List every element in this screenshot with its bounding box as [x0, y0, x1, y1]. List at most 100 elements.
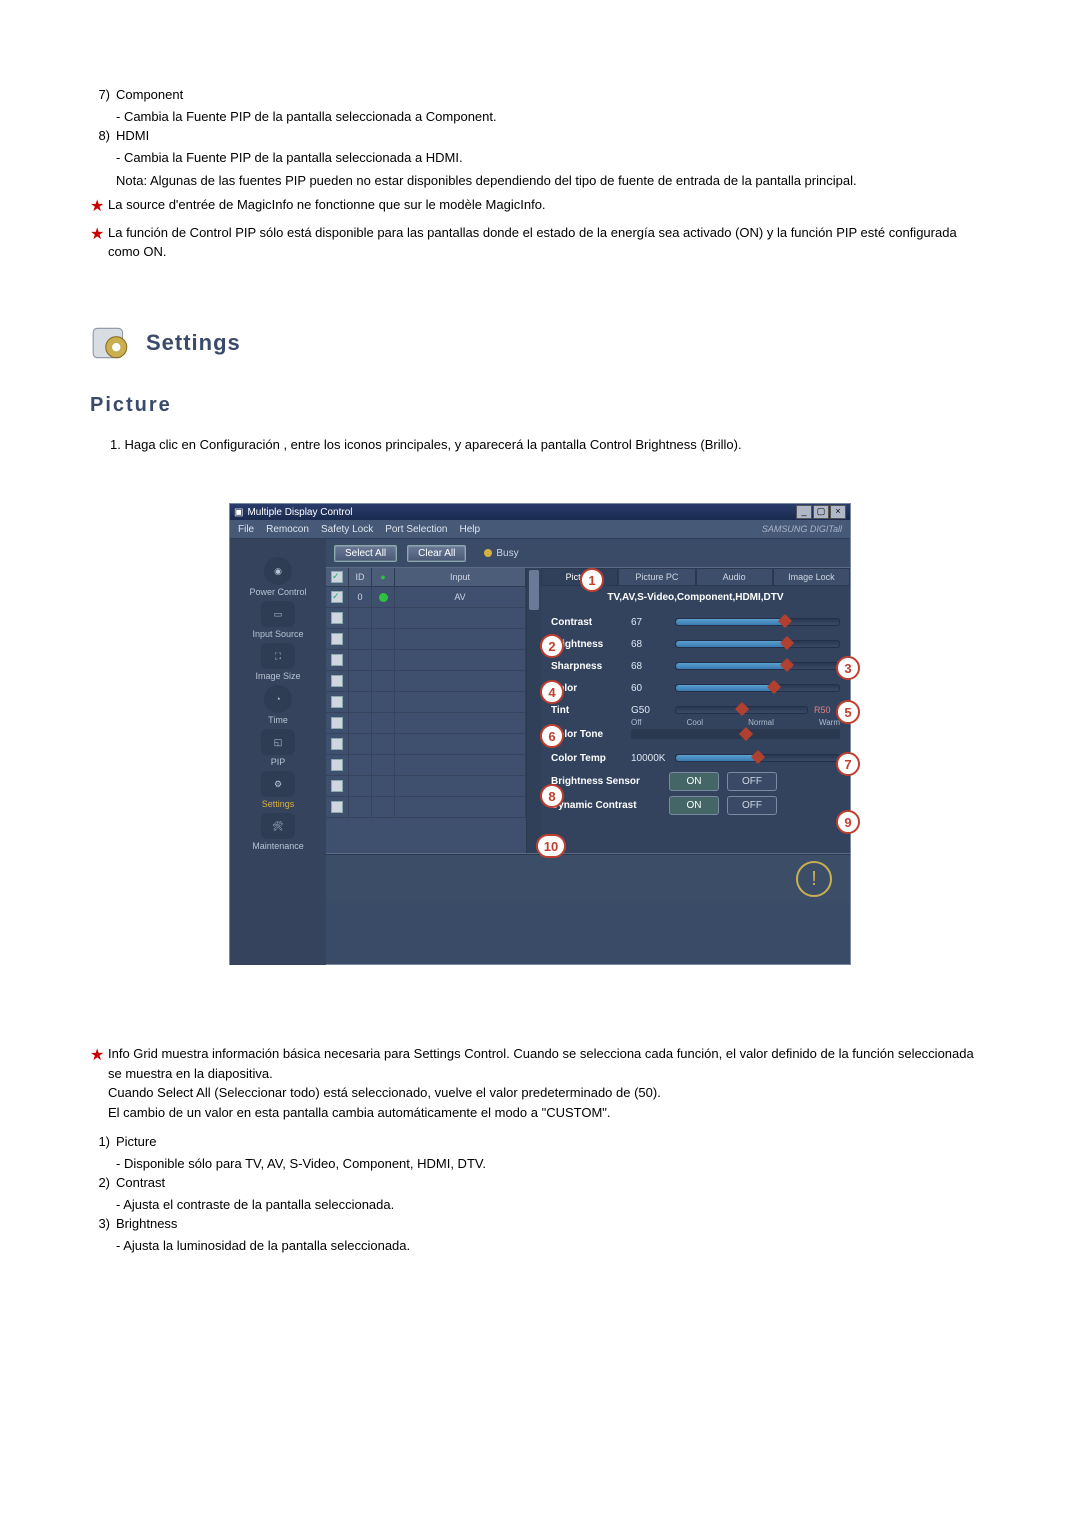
minimize-button[interactable]: _ — [796, 505, 812, 519]
menu-port-selection[interactable]: Port Selection — [385, 524, 447, 535]
list-desc: - Ajusta el contraste de la pantalla sel… — [116, 1195, 990, 1215]
row-id — [349, 734, 372, 754]
select-all-button[interactable]: Select All — [334, 545, 397, 562]
color-slider[interactable] — [675, 684, 840, 692]
grid-scrollbar[interactable] — [526, 568, 541, 853]
brightness-sensor-row: Brightness Sensor ON OFF — [541, 769, 850, 793]
sharpness-slider[interactable] — [675, 662, 840, 670]
window-title: Multiple Display Control — [247, 507, 352, 518]
settings-icon — [90, 322, 132, 364]
list-desc: - Disponible sólo para TV, AV, S-Video, … — [116, 1154, 990, 1174]
clear-all-button[interactable]: Clear All — [407, 545, 466, 562]
busy-dot-icon — [484, 549, 492, 557]
row-id — [349, 692, 372, 712]
sidebar-item-power-control[interactable]: ◉ Power Control — [238, 557, 318, 597]
dynamic-contrast-on[interactable]: ON — [669, 796, 719, 815]
table-row[interactable] — [326, 797, 526, 818]
grid-head-status[interactable]: ● — [372, 568, 395, 586]
info-grid: ID ● Input 0AV — [326, 568, 526, 853]
row-input — [395, 692, 526, 712]
row-checkbox[interactable] — [331, 612, 343, 624]
statusbar: ! — [326, 854, 850, 903]
grid-head-id[interactable]: ID — [349, 568, 372, 586]
row-id — [349, 713, 372, 733]
bottom-item-3: 3) Brightness — [90, 1214, 990, 1234]
table-row[interactable] — [326, 755, 526, 776]
menu-safety-lock[interactable]: Safety Lock — [321, 524, 373, 535]
contrast-value: 67 — [631, 617, 669, 628]
row-checkbox[interactable] — [331, 591, 343, 603]
list-item-7: 7) Component — [90, 85, 990, 105]
row-id — [349, 608, 372, 628]
brightness-sensor-on[interactable]: ON — [669, 772, 719, 791]
brightness-row: Brightness68 — [541, 633, 850, 655]
list-number: 3) — [90, 1214, 110, 1234]
row-status — [372, 608, 395, 628]
row-checkbox[interactable] — [331, 801, 343, 813]
list-desc: - Ajusta la luminosidad de la pantalla s… — [116, 1236, 990, 1256]
table-row[interactable] — [326, 776, 526, 797]
grid-head-input[interactable]: Input — [395, 568, 526, 586]
row-status — [372, 629, 395, 649]
row-id — [349, 776, 372, 796]
row-input — [395, 734, 526, 754]
busy-label: Busy — [496, 548, 518, 559]
callout-10: 10 — [536, 834, 566, 858]
color-value: 60 — [631, 683, 669, 694]
row-checkbox[interactable] — [331, 654, 343, 666]
table-row[interactable]: 0AV — [326, 587, 526, 608]
menu-file[interactable]: File — [238, 524, 254, 535]
power-icon: ◉ — [264, 557, 292, 585]
sidebar-item-pip[interactable]: ◱ PIP — [238, 729, 318, 767]
maximize-button[interactable]: ▢ — [813, 505, 829, 519]
callout-1: 1 — [580, 568, 604, 592]
contrast-slider[interactable] — [675, 618, 840, 626]
sidebar-item-settings[interactable]: ⚙ Settings — [238, 771, 318, 809]
sidebar-item-maintenance[interactable]: 🛠 Maintenance — [238, 813, 318, 851]
row-checkbox[interactable] — [331, 717, 343, 729]
callout-8: 8 — [540, 784, 564, 808]
grid-head-check[interactable] — [326, 568, 349, 586]
main-panel: Select All Clear All Busy ID ● Input — [326, 539, 850, 965]
row-status — [372, 776, 395, 796]
brightness-sensor-off[interactable]: OFF — [727, 772, 777, 791]
table-row[interactable] — [326, 650, 526, 671]
sidebar-item-image-size[interactable]: ⛶ Image Size — [238, 643, 318, 681]
table-row[interactable] — [326, 629, 526, 650]
menu-remocon[interactable]: Remocon — [266, 524, 309, 535]
table-row[interactable] — [326, 608, 526, 629]
sidebar-item-time[interactable]: ◔ Time — [238, 685, 318, 725]
table-row[interactable] — [326, 734, 526, 755]
row-checkbox[interactable] — [331, 633, 343, 645]
tab-image-lock[interactable]: Image Lock — [773, 568, 850, 586]
row-checkbox[interactable] — [331, 759, 343, 771]
color-tone-slider[interactable]: Off Cool Normal Warm — [631, 729, 840, 739]
table-row[interactable] — [326, 692, 526, 713]
close-button[interactable]: × — [830, 505, 846, 519]
image-size-icon: ⛶ — [261, 643, 295, 669]
dynamic-contrast-off[interactable]: OFF — [727, 796, 777, 815]
row-id — [349, 650, 372, 670]
callout-3: 3 — [836, 656, 860, 680]
row-status — [372, 671, 395, 691]
row-id — [349, 797, 372, 817]
table-row[interactable] — [326, 671, 526, 692]
menu-help[interactable]: Help — [459, 524, 480, 535]
list-item-8: 8) HDMI — [90, 126, 990, 146]
table-row[interactable] — [326, 713, 526, 734]
row-checkbox[interactable] — [331, 675, 343, 687]
callout-9: 9 — [836, 810, 860, 834]
row-checkbox[interactable] — [331, 780, 343, 792]
row-status — [372, 713, 395, 733]
callout-5: 5 — [836, 700, 860, 724]
app-window: 1 2 3 4 5 6 7 8 9 10 ▣ Multiple Display … — [230, 504, 850, 964]
row-checkbox[interactable] — [331, 696, 343, 708]
color-temp-slider[interactable] — [675, 754, 840, 762]
sidebar-item-input-source[interactable]: ▭ Input Source — [238, 601, 318, 639]
tint-slider[interactable] — [675, 706, 808, 714]
row-checkbox[interactable] — [331, 738, 343, 750]
tab-audio[interactable]: Audio — [696, 568, 773, 586]
alert-icon: ! — [796, 861, 832, 897]
brightness-slider[interactable] — [675, 640, 840, 648]
tab-picture-pc[interactable]: Picture PC — [618, 568, 695, 586]
